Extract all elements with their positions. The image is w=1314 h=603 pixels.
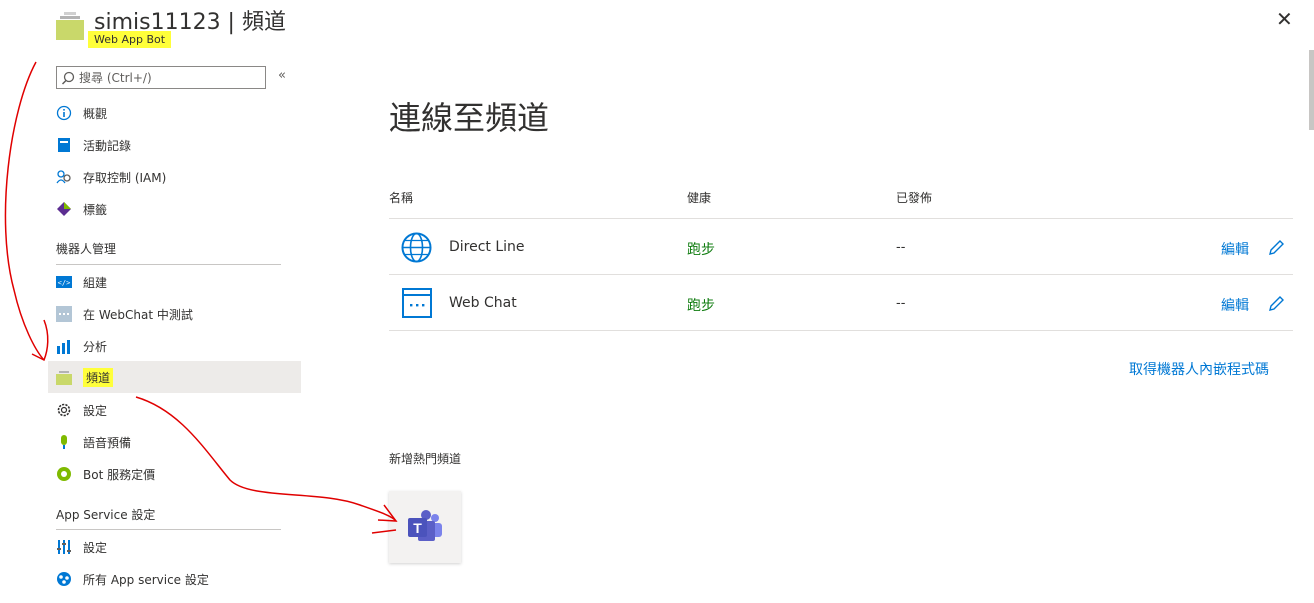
microphone-icon: [56, 434, 72, 450]
sidebar-item-iam[interactable]: 存取控制 (IAM): [48, 162, 301, 192]
sidebar-item-tags[interactable]: 標籤: [48, 194, 301, 224]
sidebar-item-label: 設定: [83, 403, 108, 418]
edit-link[interactable]: 編輯: [1221, 239, 1249, 259]
search-icon: [61, 71, 75, 85]
table-divider: [389, 274, 1293, 275]
column-header-published: 已發佈: [896, 191, 933, 205]
code-icon: </>: [56, 274, 72, 290]
column-header-name: 名稱: [389, 191, 414, 205]
sidebar-item-build[interactable]: </> 組建: [48, 267, 301, 297]
sidebar-item-label: 語音預備: [83, 435, 132, 450]
people-icon: [56, 169, 72, 185]
sidebar-item-settings[interactable]: 設定: [48, 395, 301, 425]
search-placeholder: 搜尋 (Ctrl+/): [79, 71, 152, 85]
globe-icon: [401, 232, 432, 263]
sidebar-item-label: 分析: [83, 339, 108, 354]
section-divider: [56, 529, 281, 530]
analytics-icon: [56, 338, 72, 354]
resource-type-badge: Web App Bot: [88, 31, 172, 48]
sidebar-item-analytics[interactable]: 分析: [48, 331, 301, 361]
scrollbar[interactable]: [1309, 50, 1314, 130]
get-bot-embed-codes-link[interactable]: 取得機器人內嵌程式碼: [1129, 359, 1269, 379]
edit-link[interactable]: 編輯: [1221, 295, 1249, 315]
sidebar-item-activity-log[interactable]: 活動記錄: [48, 130, 301, 160]
bot-channels-icon: [56, 12, 84, 40]
pencil-icon[interactable]: [1268, 239, 1285, 256]
channel-health-status: 跑步: [687, 298, 715, 314]
sidebar-item-all-app-service-settings[interactable]: 所有 App service 設定: [48, 564, 301, 594]
pencil-icon[interactable]: [1268, 295, 1285, 312]
svg-text:</>: </>: [58, 279, 71, 287]
section-header-bot-management: 機器人管理: [56, 242, 117, 256]
teams-icon: T: [408, 510, 442, 541]
sidebar-item-label: 存取控制 (IAM): [83, 170, 167, 185]
activity-log-icon: [56, 137, 72, 153]
sidebar-item-label: 在 WebChat 中測試: [83, 307, 193, 322]
sidebar-item-label: 標籤: [83, 202, 108, 217]
app-service-icon: [56, 571, 72, 587]
sidebar-item-label: 活動記錄: [83, 138, 132, 153]
tag-icon: [56, 201, 72, 217]
sidebar-item-channels[interactable]: 頻道: [48, 361, 301, 393]
sidebar-item-label: Bot 服務定價: [83, 467, 156, 482]
page-title: 連線至頻道: [389, 99, 550, 137]
svg-text:T: T: [413, 520, 422, 536]
search-input[interactable]: 搜尋 (Ctrl+/): [56, 66, 266, 89]
sidebar-item-pricing[interactable]: Bot 服務定價: [48, 459, 301, 489]
channels-icon: [56, 369, 72, 385]
sliders-icon: [56, 539, 72, 555]
sidebar-item-speech[interactable]: 語音預備: [48, 427, 301, 457]
section-divider: [56, 264, 281, 265]
sidebar-item-overview[interactable]: 概觀: [48, 98, 301, 128]
sidebar-item-label: 頻道: [83, 367, 114, 387]
info-icon: [56, 105, 72, 121]
sidebar-item-test-webchat[interactable]: 在 WebChat 中測試: [48, 299, 301, 329]
channel-published: --: [896, 296, 906, 311]
pricing-icon: [56, 466, 72, 482]
channel-health-status: 跑步: [687, 242, 715, 258]
sidebar-item-label: 概觀: [83, 106, 108, 121]
teams-channel-tile[interactable]: T: [389, 491, 461, 563]
sidebar-item-label: 組建: [83, 275, 108, 290]
sidebar-item-label: 所有 App service 設定: [83, 572, 209, 587]
channel-name[interactable]: Web Chat: [449, 295, 517, 311]
popular-channels-label: 新增熱門頻道: [389, 452, 462, 466]
column-header-health: 健康: [687, 191, 712, 205]
gear-icon: [56, 402, 72, 418]
sidebar-item-app-settings[interactable]: 設定: [48, 532, 301, 562]
channel-name[interactable]: Direct Line: [449, 239, 525, 255]
sidebar-item-label: 設定: [83, 540, 108, 555]
close-icon[interactable]: ✕: [1276, 9, 1294, 29]
web-chat-icon: [402, 288, 432, 318]
table-divider: [389, 330, 1293, 331]
channel-published: --: [896, 240, 906, 255]
section-header-app-service: App Service 設定: [56, 508, 156, 522]
table-divider: [389, 218, 1293, 219]
collapse-sidebar-button[interactable]: «: [278, 68, 286, 83]
webchat-test-icon: [56, 306, 72, 322]
